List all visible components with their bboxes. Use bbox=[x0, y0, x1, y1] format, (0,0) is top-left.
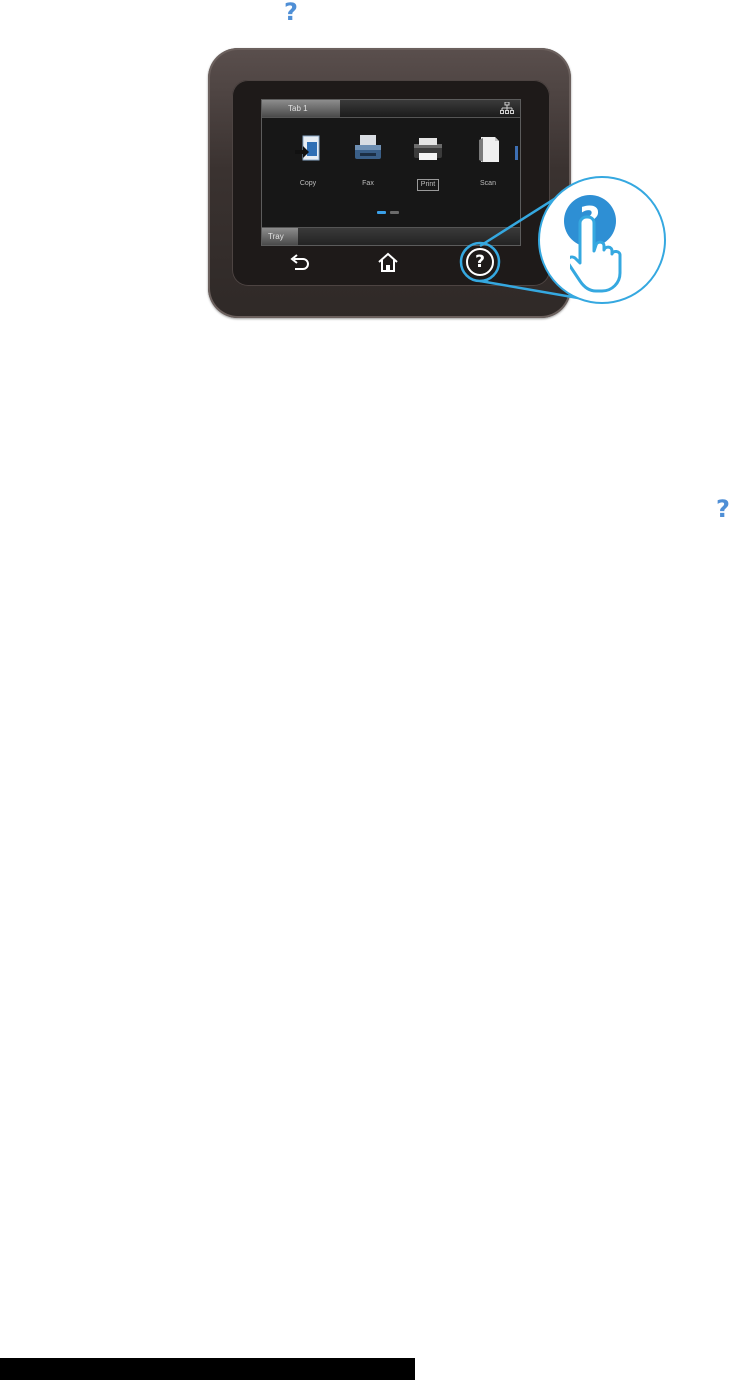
footer-bar bbox=[0, 1358, 415, 1380]
page-dot-active bbox=[377, 211, 386, 214]
app-icon-row: Copy Fax Print Scan bbox=[288, 134, 508, 194]
network-icon[interactable] bbox=[500, 102, 514, 114]
screen-top-bar: Tab 1 bbox=[262, 100, 520, 118]
app-label: Print bbox=[416, 179, 440, 191]
page-dot-inactive bbox=[390, 211, 399, 214]
printer-control-panel-illustration: Tab 1 Copy Fax Print Scan Tray ? bbox=[208, 48, 676, 324]
help-icon: ? bbox=[284, 0, 298, 26]
help-callout-zoom: ? bbox=[538, 176, 666, 304]
app-fax[interactable]: Fax bbox=[348, 134, 388, 194]
scroll-right-indicator[interactable] bbox=[515, 146, 518, 160]
page-indicator bbox=[377, 211, 407, 214]
control-panel-bezel: Tab 1 Copy Fax Print Scan Tray ? bbox=[208, 48, 571, 318]
back-arrow-icon[interactable] bbox=[286, 250, 312, 276]
help-icon: ? bbox=[716, 495, 730, 523]
app-label: Copy bbox=[299, 180, 317, 187]
help-button[interactable]: ? bbox=[466, 248, 494, 276]
app-label: Fax bbox=[362, 180, 374, 187]
app-scan[interactable]: Scan bbox=[468, 134, 508, 194]
app-print[interactable]: Print bbox=[408, 134, 448, 194]
touchscreen-display: Tab 1 Copy Fax Print Scan Tray bbox=[261, 99, 521, 246]
scan-to-folder-icon bbox=[295, 135, 320, 161]
app-label: Scan bbox=[480, 180, 496, 187]
screen-top-tab[interactable]: Tab 1 bbox=[262, 100, 340, 117]
screen-bottom-tab[interactable]: Tray bbox=[262, 228, 298, 245]
fax-icon bbox=[355, 135, 381, 159]
screen-bottom-bar: Tray bbox=[262, 227, 520, 245]
home-icon[interactable] bbox=[375, 250, 401, 276]
printer-icon bbox=[414, 138, 442, 160]
app-copy[interactable]: Copy bbox=[288, 134, 328, 194]
touch-hand-icon bbox=[570, 215, 622, 293]
document-icon bbox=[479, 137, 499, 162]
